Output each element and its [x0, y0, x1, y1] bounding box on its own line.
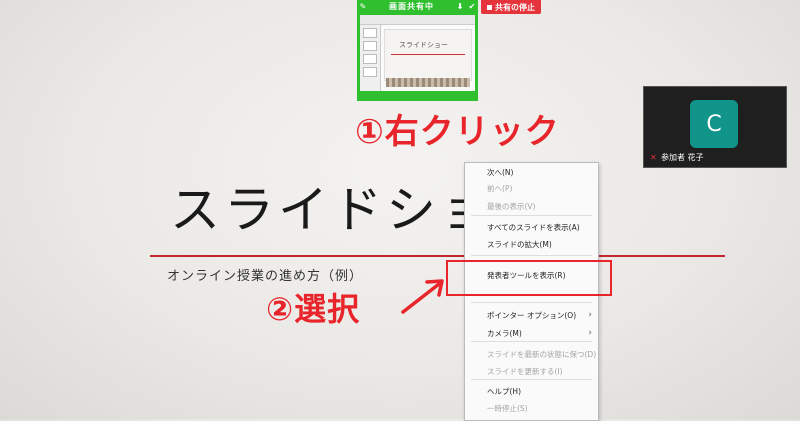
chevron-right-icon: › — [588, 328, 592, 338]
menu-item-label: 最後の表示(V) — [487, 201, 536, 211]
menu-item-label: ポインター オプション(O) — [487, 310, 577, 320]
preview-slide-title: スライドショー — [399, 41, 448, 49]
preview-toolbar — [360, 15, 475, 25]
chevron-right-icon: › — [588, 310, 592, 320]
menu-item-label: 一時停止(S) — [487, 403, 528, 413]
menu-separator — [471, 215, 592, 216]
menu-item[interactable]: ヘルプ(H) — [465, 382, 598, 400]
pointer-icon[interactable]: ⬇ — [454, 2, 466, 11]
preview-slide: スライドショー — [384, 29, 472, 81]
menu-item-label: ヘルプ(H) — [487, 386, 521, 396]
stop-sharing-label: 共有の停止 — [495, 2, 535, 12]
slide-divider — [150, 255, 725, 257]
stop-sharing-button[interactable]: 共有の停止 — [481, 0, 541, 14]
menu-item: スライドを最新の状態に保つ(D) — [465, 345, 598, 363]
menu-separator — [471, 302, 592, 303]
menu-separator — [471, 255, 592, 256]
annotation-right-click: ①右クリック — [355, 112, 560, 152]
menu-item[interactable]: スライドの拡大(M) — [465, 235, 598, 253]
screen-share-label: 画面共有中 — [389, 2, 434, 11]
menu-item[interactable]: カメラ(M) › — [465, 324, 598, 342]
preview-slide-panel — [360, 25, 381, 91]
slide-subtitle: オンライン授業の進め方（例） — [167, 269, 364, 284]
menu-item: 前へ(P) — [465, 179, 598, 197]
participant-tile[interactable]: C ✕ 参加者 花子 — [643, 86, 787, 168]
highlight-box — [446, 260, 612, 296]
participant-name: 参加者 花子 — [661, 153, 704, 162]
screen-share-bar: ✎ 画面共有中 ⬇ ✔ — [357, 0, 478, 13]
preview-divider — [391, 54, 465, 55]
menu-item-label: スライドを最新の状態に保つ(D) — [487, 349, 597, 359]
annotation-select: ②選択 — [266, 290, 361, 328]
preview-photo — [386, 78, 470, 87]
menu-item-label: カメラ(M) — [487, 328, 522, 338]
menu-item-label: スライドを更新する(I) — [487, 366, 563, 376]
arrow-icon — [401, 279, 444, 314]
menu-item[interactable]: すべてのスライドを表示(A) — [465, 218, 598, 236]
avatar: C — [690, 100, 738, 148]
menu-item: 最後の表示(V) — [465, 197, 598, 215]
share-preview-thumbnail[interactable]: スライドショー — [357, 13, 478, 101]
menu-item-label: スライドの拡大(M) — [487, 239, 552, 249]
participant-name-row: ✕ 参加者 花子 — [650, 152, 704, 163]
menu-item-label: 前へ(P) — [487, 183, 513, 193]
share-preview-screen: スライドショー — [360, 15, 475, 91]
pin-icon[interactable]: ✎ — [357, 2, 369, 11]
menu-item-label: 次へ(N) — [487, 167, 514, 177]
menu-item[interactable]: ポインター オプション(O) › — [465, 306, 598, 324]
menu-item-label: すべてのスライドを表示(A) — [487, 222, 580, 232]
check-icon[interactable]: ✔ — [466, 2, 478, 11]
stop-icon — [487, 4, 492, 10]
menu-item: 一時停止(S) — [465, 399, 598, 417]
menu-item: スライドを更新する(I) — [465, 362, 598, 380]
mic-muted-icon: ✕ — [650, 152, 657, 162]
